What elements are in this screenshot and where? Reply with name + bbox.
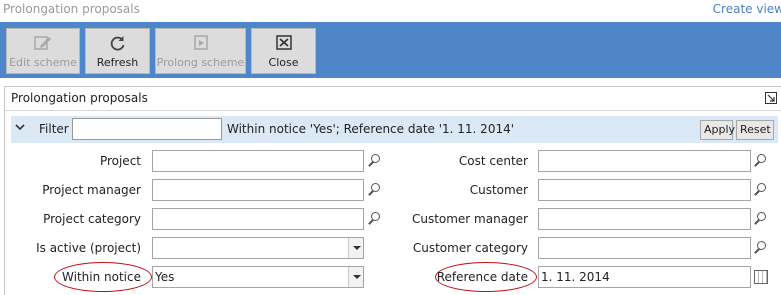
filter-label: Filter (39, 122, 69, 136)
panel-header: Prolongation proposals (5, 87, 781, 111)
within-notice-select[interactable]: Yes (152, 266, 364, 288)
search-icon[interactable] (753, 182, 769, 198)
customer-category-label: Customer category (412, 241, 528, 255)
is-active-select[interactable] (152, 237, 364, 259)
edit-scheme-label: Edit scheme (9, 56, 77, 69)
close-label: Close (268, 56, 299, 69)
search-icon[interactable] (753, 153, 769, 169)
customer-category-input[interactable] (538, 237, 751, 259)
apply-button[interactable]: Apply (700, 120, 735, 140)
toolbar: Edit scheme Refresh Prolong scheme Close (0, 22, 781, 78)
refresh-button[interactable]: Refresh (85, 28, 150, 74)
title-bar: Prolongation proposals Create view (0, 0, 781, 21)
highlight-ellipse (435, 262, 537, 292)
filter-summary: Within notice 'Yes'; Reference date '1. … (227, 122, 515, 136)
project-manager-label: Project manager (42, 183, 141, 197)
cost-center-input[interactable] (538, 150, 751, 172)
close-icon (275, 35, 292, 50)
customer-manager-input[interactable] (538, 208, 751, 230)
project-category-label: Project category (43, 212, 141, 226)
search-icon[interactable] (367, 182, 383, 198)
prolong-icon (193, 35, 208, 50)
dropdown-arrow-icon[interactable] (348, 267, 363, 287)
prolong-scheme-label: Prolong scheme (156, 56, 245, 69)
create-view-link[interactable]: Create view (713, 2, 781, 16)
project-input[interactable] (152, 150, 364, 172)
cost-center-label: Cost center (458, 154, 528, 168)
edit-scheme-button[interactable]: Edit scheme (6, 28, 80, 74)
within-notice-value: Yes (155, 270, 175, 284)
project-category-input[interactable] (152, 208, 364, 230)
project-manager-input[interactable] (152, 179, 364, 201)
is-active-label: Is active (project) (36, 241, 141, 255)
reset-button[interactable]: Reset (736, 120, 774, 140)
prolong-scheme-button[interactable]: Prolong scheme (155, 28, 246, 74)
filter-input[interactable] (72, 118, 222, 140)
customer-label: Customer (469, 183, 528, 197)
search-icon[interactable] (753, 211, 769, 227)
refresh-icon (110, 36, 124, 51)
close-button[interactable]: Close (251, 28, 316, 74)
page-title: Prolongation proposals (3, 2, 140, 16)
highlight-ellipse (54, 262, 152, 292)
calendar-icon[interactable] (754, 270, 768, 284)
pencil-icon (34, 36, 51, 50)
reference-date-input[interactable]: 1. 11. 2014 (538, 266, 751, 288)
panel-title: Prolongation proposals (11, 91, 148, 105)
search-icon[interactable] (367, 153, 383, 169)
customer-input[interactable] (538, 179, 751, 201)
expand-icon[interactable] (765, 92, 777, 104)
search-icon[interactable] (753, 240, 769, 256)
filter-bar: Filter Within notice 'Yes'; Reference da… (11, 116, 778, 143)
customer-manager-label: Customer manager (411, 212, 528, 226)
search-icon[interactable] (367, 211, 383, 227)
chevron-down-icon[interactable] (15, 122, 25, 135)
project-label: Project (99, 154, 141, 168)
dropdown-arrow-icon[interactable] (348, 238, 363, 258)
prolongation-panel: Prolongation proposals Filter Within not… (4, 86, 781, 295)
refresh-label: Refresh (96, 56, 139, 69)
